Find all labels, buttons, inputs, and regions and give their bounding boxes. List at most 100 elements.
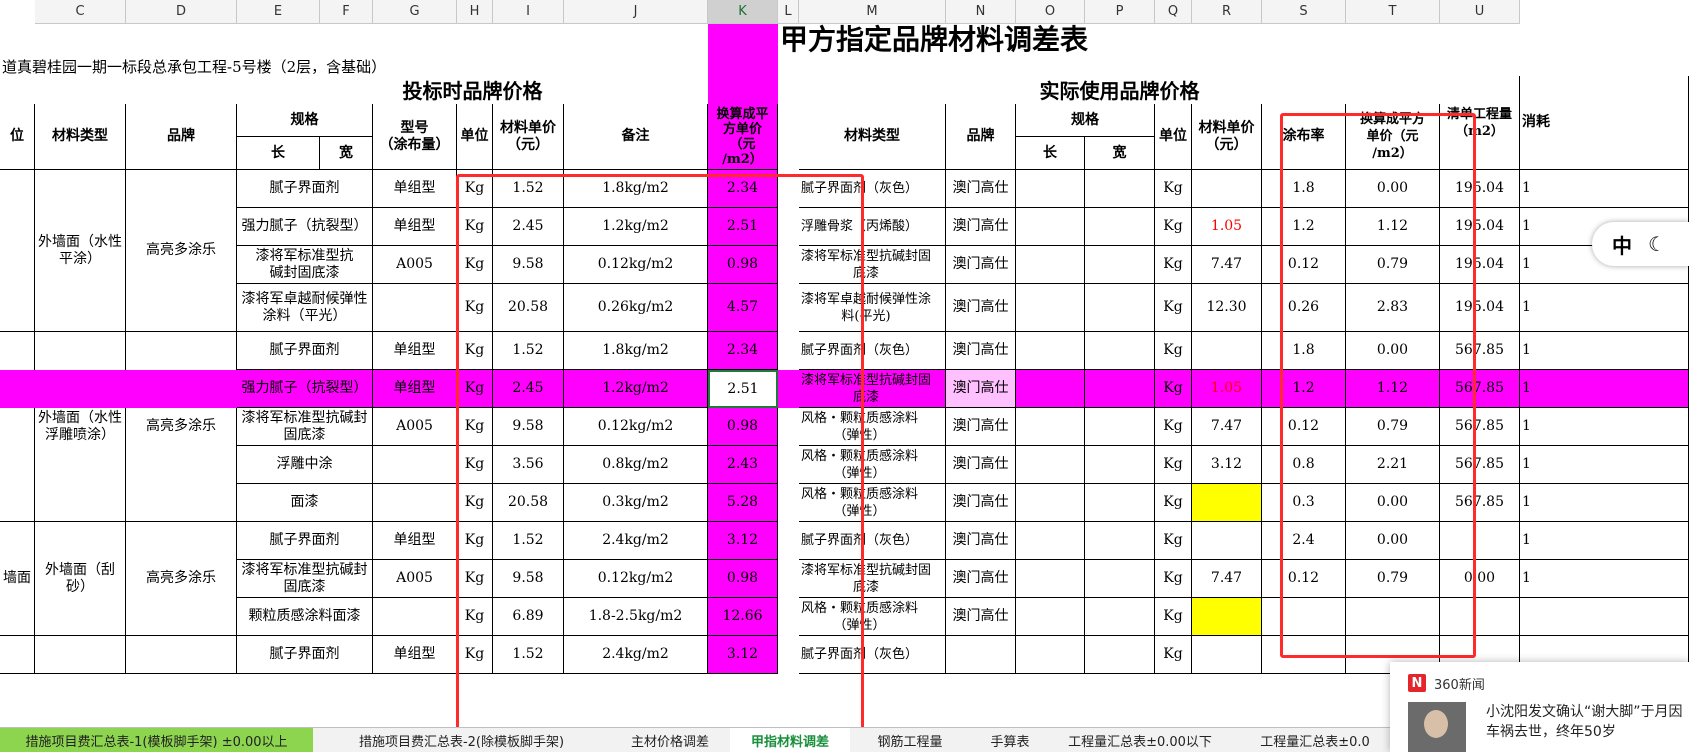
cell-remark[interactable]: 0.12kg/m2 [564,408,708,446]
cell-remark[interactable]: 0.8kg/m2 [564,446,708,484]
column-header-j[interactable]: J [564,0,708,24]
cell-model[interactable]: 单组型 [373,208,457,246]
sheet-tab-2[interactable]: 主材价格调差 [610,728,730,752]
group-c-0[interactable] [0,170,35,332]
cell-material[interactable]: 浮雕中涂 [237,446,373,484]
cell-unit-r[interactable]: Kg [1155,598,1192,636]
cell-consume[interactable]: 1 [1520,170,1689,208]
group-c-2[interactable]: 墙面 [0,522,35,636]
cell-unit-price[interactable]: 6.89 [493,598,564,636]
cell-width-r[interactable] [1085,170,1155,208]
cell-material[interactable]: 面漆 [237,484,373,522]
cell-coat-rate[interactable]: 2.4 [1262,522,1346,560]
cell-material-r[interactable]: 腻子界面剂（灰色） [799,522,946,560]
gap-cell[interactable] [778,208,799,246]
column-header-e[interactable]: E [237,0,320,24]
group-material-2[interactable]: 外墙面（刮 砂） [35,522,126,636]
cell-material[interactable]: 强力腻子（抗裂型） [237,208,373,246]
sheet-title[interactable]: 甲方指定品牌材料调差表 [778,20,1250,58]
cell-brand-r[interactable]: 澳门高仕 [946,284,1016,332]
cell-material[interactable]: 漆将军标准型抗碱封 固底漆 [237,560,373,598]
cell-convert[interactable]: 5.28 [708,484,778,522]
cell-unit-r[interactable]: Kg [1155,284,1192,332]
hdr-length-r[interactable]: 长 [1016,137,1085,170]
cell-unit-price[interactable]: 9.58 [493,560,564,598]
cell-quantity[interactable]: 195.04 [1440,284,1520,332]
gap-cell[interactable] [778,332,799,370]
group-c-tail[interactable] [0,636,35,674]
cell-convert[interactable]: 2.51 [708,208,778,246]
cell-remark[interactable]: 0.3kg/m2 [564,484,708,522]
cell-unit[interactable]: Kg [457,208,493,246]
hdr-material-type[interactable]: 材料类型 [35,104,126,170]
cell-unit-price[interactable]: 3.56 [493,446,564,484]
group-material-tail[interactable] [35,636,126,674]
cell-unit-price[interactable]: 9.58 [493,408,564,446]
cell-convert[interactable]: 0.98 [708,246,778,284]
project-name[interactable]: 道真碧桂园一期一标段总承包工程-5号楼（2层，含基础） [0,56,700,78]
cell-convert[interactable]: 12.66 [708,598,778,636]
hdr-width-r[interactable]: 宽 [1085,137,1155,170]
cell-coat-rate[interactable]: 0.26 [1262,284,1346,332]
cell-material-r[interactable]: 风格・颗粒质感涂料 （弹性） [799,484,946,522]
cell-length-r[interactable] [1016,446,1085,484]
cell-material-r[interactable]: 浮雕骨浆（丙烯酸） [799,208,946,246]
cell-convert-r[interactable] [1346,598,1440,636]
gap-cell[interactable] [778,408,799,446]
cell-unit-price-r[interactable]: 1.05 [1192,370,1262,408]
hdr-convert-r[interactable]: 换算成平方 单价（元 /m2） [1346,104,1440,170]
cell-unit[interactable]: Kg [457,408,493,446]
cell-remark[interactable]: 0.12kg/m2 [564,246,708,284]
cell-quantity[interactable]: 195.04 [1440,246,1520,284]
sheet-tab-0[interactable]: 措施项目费汇总表-1(模板脚手架) ±0.00以上 [0,728,313,752]
cell-quantity[interactable]: 567.85 [1440,446,1520,484]
cell-brand-r[interactable]: 澳门高仕 [946,170,1016,208]
cell-unit-r[interactable]: Kg [1155,370,1192,408]
news-thumbnail[interactable] [1408,702,1466,752]
cell-quantity[interactable]: 567.85 [1440,408,1520,446]
cell-unit[interactable]: Kg [457,446,493,484]
cell-quantity[interactable]: 0.00 [1440,560,1520,598]
cell-width-r[interactable] [1085,598,1155,636]
cell-material[interactable]: 腻子界面剂 [237,636,373,674]
cell-convert-r[interactable]: 0.79 [1346,246,1440,284]
sheet-tab-6[interactable]: 工程量汇总表±0.00以下 [1050,728,1230,752]
hdr-cut-left[interactable]: 位 [0,104,35,170]
row-band-left[interactable] [0,370,237,408]
cell-unit-r[interactable]: Kg [1155,560,1192,598]
cell-remark[interactable]: 1.8-2.5kg/m2 [564,598,708,636]
cell-coat-rate[interactable]: 0.12 [1262,560,1346,598]
cell-convert[interactable]: 0.98 [708,560,778,598]
cell-unit-price[interactable]: 9.58 [493,246,564,284]
cell-coat-rate[interactable] [1262,636,1346,674]
cell-material[interactable]: 颗粒质感涂料面漆 [237,598,373,636]
cell-model[interactable]: 单组型 [373,636,457,674]
cell-material[interactable]: 漆将军卓越耐候弹性 涂料（平光） [237,284,373,332]
column-header-d[interactable]: D [126,0,237,24]
column-header-f[interactable]: F [320,0,373,24]
gap-col[interactable] [778,104,799,170]
hdr-unit-r[interactable]: 单位 [1155,104,1192,170]
cell-material-r[interactable]: 风格・颗粒质感涂料 （弹性） [799,598,946,636]
cell-quantity[interactable]: 195.04 [1440,208,1520,246]
cell-material-r[interactable]: 腻子界面剂（灰色） [799,636,946,674]
group-brand-1[interactable]: 高亮多涂乐 [126,332,237,522]
cell-convert[interactable]: 2.43 [708,446,778,484]
cell-unit-price-r[interactable]: 7.47 [1192,560,1262,598]
column-header-k[interactable]: K [708,0,778,24]
cell-brand-r[interactable]: 澳门高仕 [946,560,1016,598]
cell-brand-r[interactable]: 澳门高仕 [946,332,1016,370]
cell-material-r[interactable]: 漆将军卓越耐候弹性涂 料(平光) [799,284,946,332]
cell-unit-price-r[interactable]: 7.47 [1192,246,1262,284]
cell-width-r[interactable] [1085,560,1155,598]
cell-unit-price[interactable]: 2.45 [493,208,564,246]
cell-consume[interactable]: 1 [1520,370,1689,408]
hdr-unit-price[interactable]: 材料单价 （元） [493,104,564,170]
cell-unit-r[interactable]: Kg [1155,446,1192,484]
cell-unit-price[interactable]: 1.52 [493,636,564,674]
cell-unit-price-r[interactable] [1192,484,1262,522]
cell-convert[interactable]: 2.34 [708,332,778,370]
cell-convert-r[interactable]: 0.00 [1346,484,1440,522]
cell-quantity[interactable]: 567.85 [1440,484,1520,522]
cell-remark[interactable]: 1.2kg/m2 [564,370,708,408]
